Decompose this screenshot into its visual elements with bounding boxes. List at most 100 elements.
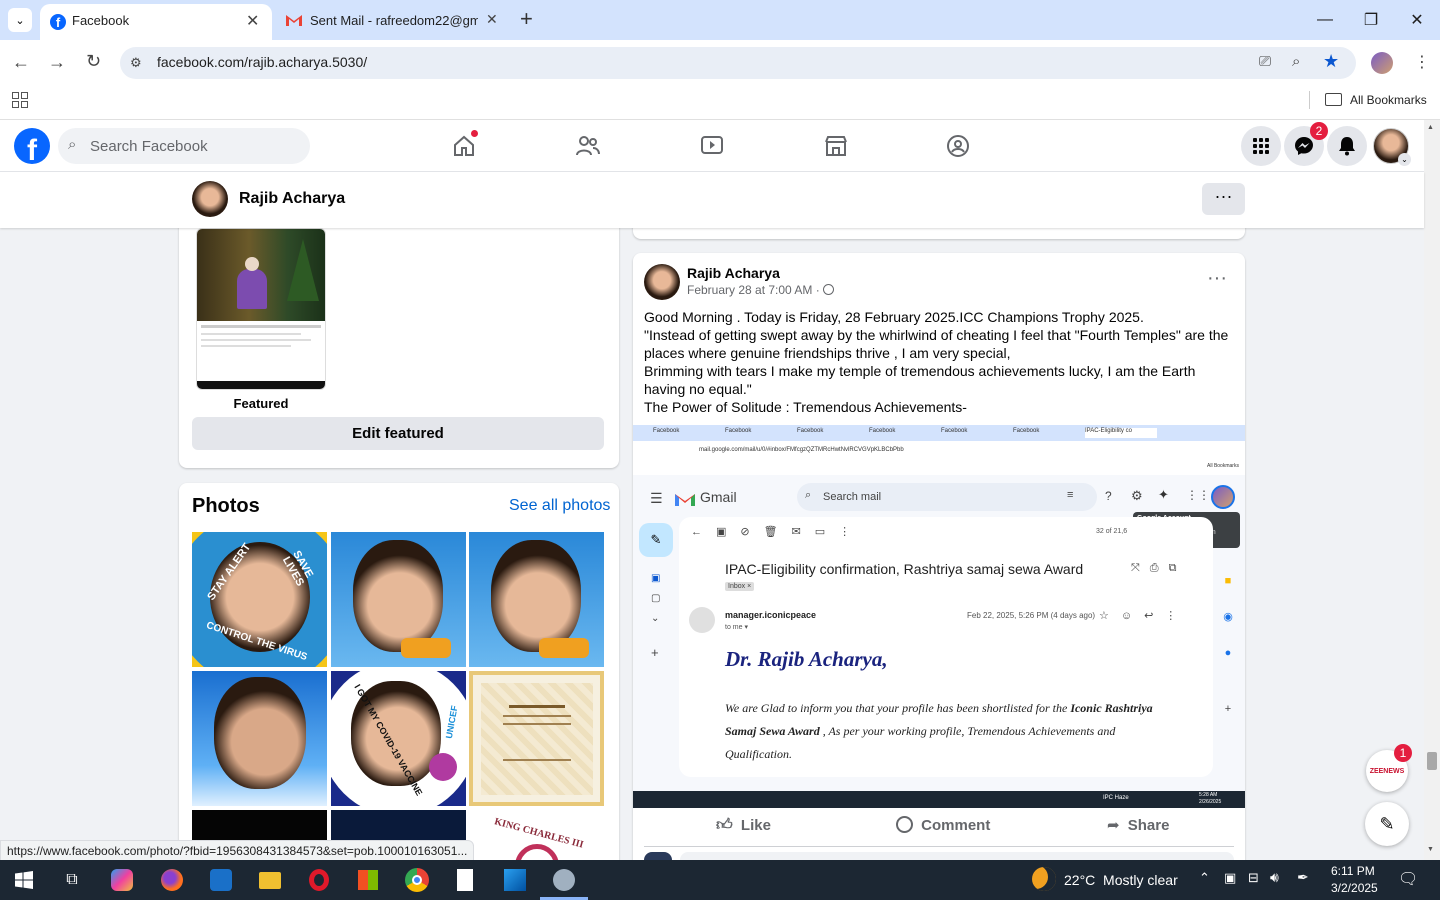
notepad-icon[interactable]	[451, 866, 479, 894]
menu-grid-icon	[1253, 138, 1269, 154]
messenger-button[interactable]: 2	[1284, 122, 1328, 166]
volume-icon[interactable]: 🔊︎	[1270, 869, 1279, 886]
embedded-taskbar: IPC Haze 5:28 AM 2/26/2025	[633, 791, 1245, 808]
embedded-tab: Facebook	[797, 428, 824, 434]
task-view-icon[interactable]: ⧉	[58, 866, 86, 894]
embedded-url: mail.google.com/mail/u/0/#inbox/FMfcgzQZ…	[699, 447, 904, 453]
close-tab-icon[interactable]: ✕	[246, 11, 259, 31]
weather-icon[interactable]	[1032, 867, 1056, 891]
windows-start-icon[interactable]	[10, 866, 38, 894]
video-icon[interactable]	[695, 130, 729, 162]
zeenews-chat-head[interactable]: ZEENEWS 1	[1366, 744, 1412, 792]
share-button[interactable]: ➦ Share	[1107, 816, 1169, 834]
close-tab-icon[interactable]: ✕	[486, 11, 498, 28]
add-label-icon: +	[651, 645, 659, 660]
store-icon[interactable]	[354, 866, 382, 894]
featured-thumbnail[interactable]	[196, 228, 326, 390]
post-author-name[interactable]: Rajib Acharya	[687, 265, 780, 281]
chrome-profile-icon[interactable]	[550, 866, 578, 894]
menu-grid-button[interactable]	[1241, 126, 1281, 166]
like-button[interactable]: 👍︎ Like	[716, 816, 771, 835]
more-options-button[interactable]: ···	[1202, 183, 1245, 215]
maximize-button[interactable]: ❐	[1348, 0, 1394, 40]
marketplace-icon[interactable]	[819, 130, 853, 162]
hamburger-icon: ☰	[650, 490, 663, 506]
firefox-icon[interactable]	[158, 866, 186, 894]
edit-featured-button[interactable]: Edit featured	[192, 417, 604, 450]
notifications-button[interactable]	[1327, 126, 1367, 166]
all-bookmarks-link[interactable]: All Bookmarks	[1350, 93, 1427, 107]
embedded-tab: Facebook	[725, 428, 752, 434]
page-scrollbar[interactable]: ▲ ▼	[1424, 120, 1440, 860]
facebook-search-input[interactable]: ⌕ Search Facebook	[58, 128, 310, 164]
embedded-tab: Facebook	[941, 428, 968, 434]
tray-overflow-icon[interactable]: ⌃	[1199, 870, 1210, 886]
photo-thumbnail[interactable]	[469, 671, 604, 806]
zoom-icon[interactable]: ⌕	[1292, 53, 1300, 70]
photo-thumbnail[interactable]	[331, 532, 466, 667]
profile-name[interactable]: Rajib Acharya	[239, 190, 345, 208]
scroll-thumb[interactable]	[1427, 752, 1437, 770]
pen-icon[interactable]: ✒	[1297, 869, 1309, 886]
copilot-icon[interactable]	[108, 866, 136, 894]
reload-icon[interactable]: ↻	[86, 51, 101, 72]
photo-thumbnail[interactable]	[192, 671, 327, 806]
tab-gmail-sent[interactable]: Sent Mail - rafreedom22@gmail.com ✕	[280, 4, 508, 36]
notification-center-icon[interactable]: 🗨︎	[1398, 869, 1418, 889]
post-image[interactable]: Facebook Facebook Facebook Facebook Face…	[633, 425, 1245, 808]
email-sender: manager.iconicpeace	[725, 610, 817, 620]
install-app-icon[interactable]: ⎚	[1259, 53, 1271, 70]
bell-icon	[1339, 137, 1355, 156]
comment-button[interactable]: Comment	[896, 816, 990, 834]
weather-text[interactable]: 22°C Mostly clear	[1064, 872, 1178, 888]
clock-date[interactable]: 3/2/2025	[1331, 881, 1378, 895]
meet-now-icon[interactable]: ▣	[1224, 870, 1236, 886]
file-explorer-icon[interactable]	[256, 866, 284, 894]
scroll-up-arrow[interactable]: ▲	[1427, 124, 1434, 131]
app-icon[interactable]	[207, 866, 235, 894]
home-icon[interactable]	[447, 130, 481, 162]
tab-search-button[interactable]: ⌄	[8, 8, 32, 32]
photo-thumbnail[interactable]: I GOT MY COVID-19 VACCINE UNICEF	[331, 671, 466, 806]
photo-thumbnail[interactable]: KING CHARLES III	[469, 810, 604, 860]
facebook-logo[interactable]: f	[14, 128, 50, 164]
account-avatar[interactable]: ⌄	[1373, 128, 1411, 166]
menu-kebab-icon[interactable]: ⋮	[1414, 52, 1430, 72]
forward-icon[interactable]: →	[48, 52, 66, 73]
zeenews-label: ZEENEWS	[1369, 767, 1405, 775]
post-timestamp[interactable]: February 28 at 7:00 AM ·	[687, 283, 835, 297]
clock-time[interactable]: 6:11 PM	[1331, 864, 1375, 878]
new-message-button[interactable]: ✎	[1365, 802, 1409, 846]
sender-avatar	[689, 607, 715, 633]
friends-icon[interactable]	[571, 130, 605, 162]
post-options-button[interactable]: ···	[1207, 268, 1227, 288]
photo-thumbnail[interactable]: STAY ALERT SAVE LIVES CONTROL THE VIRUS	[192, 532, 327, 667]
scroll-down-arrow[interactable]: ▼	[1427, 846, 1434, 853]
profile-avatar[interactable]	[192, 181, 228, 217]
chrome-icon[interactable]	[403, 866, 431, 894]
account-avatar	[1211, 485, 1235, 509]
photo-thumbnail[interactable]	[469, 532, 604, 667]
embedded-taskbar-time: 5:28 AM	[1199, 792, 1218, 798]
network-icon[interactable]: ⊟	[1248, 870, 1259, 886]
close-window-button[interactable]: ✕	[1394, 0, 1440, 40]
groups-icon[interactable]	[941, 130, 975, 162]
bookmark-star-icon[interactable]: ★	[1323, 51, 1339, 72]
profile-avatar[interactable]	[1371, 52, 1393, 74]
new-tab-button[interactable]: +	[520, 8, 533, 30]
embedded-tab: Facebook	[653, 428, 680, 434]
post-author-avatar[interactable]	[644, 264, 680, 300]
minimize-button[interactable]: —	[1302, 0, 1348, 40]
see-all-photos-link[interactable]: See all photos	[509, 497, 610, 515]
comment-input[interactable]	[680, 852, 1234, 860]
messenger-badge: 2	[1310, 122, 1328, 140]
apps-grid-icon[interactable]	[12, 92, 28, 108]
opera-icon[interactable]	[305, 866, 333, 894]
back-icon[interactable]: ←	[12, 52, 30, 73]
embedded-taskbar-date: 2/26/2025	[1199, 799, 1222, 805]
facebook-favicon-icon: f	[50, 14, 66, 30]
site-info-icon[interactable]: ⚙	[130, 55, 142, 71]
url-text[interactable]: facebook.com/rajib.acharya.5030/	[157, 54, 367, 70]
photos-app-icon[interactable]	[501, 866, 529, 894]
tab-facebook[interactable]: f Facebook ✕	[40, 4, 272, 40]
